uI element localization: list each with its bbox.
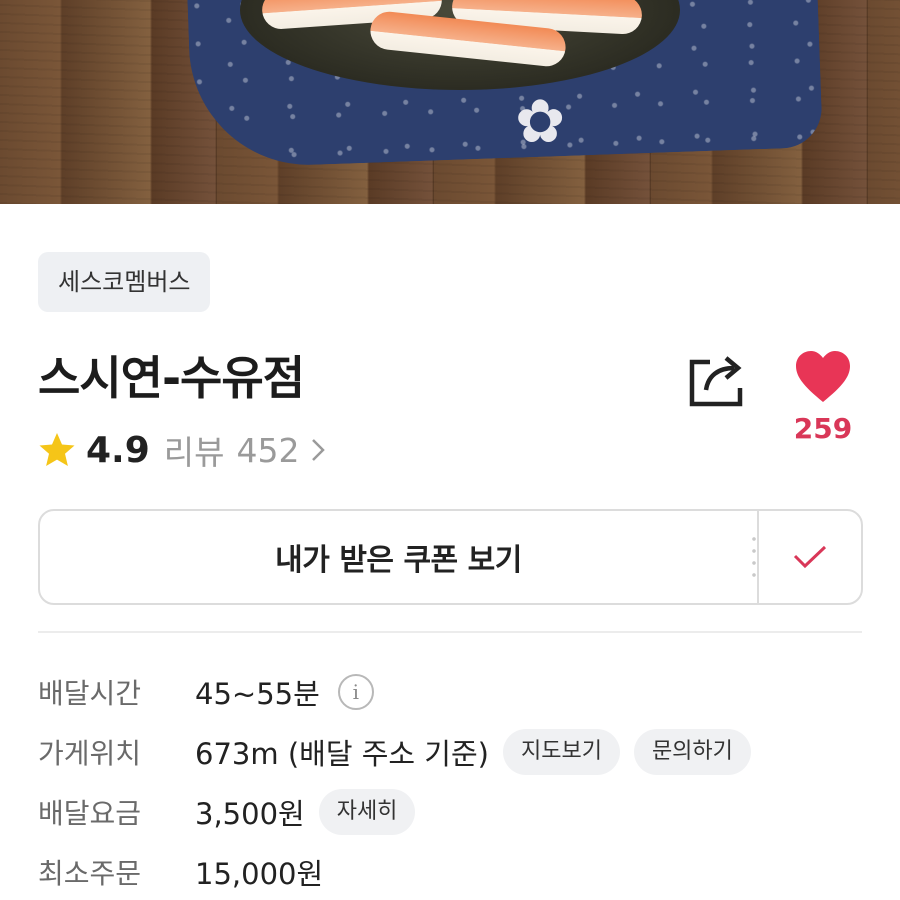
share-icon	[689, 356, 743, 407]
inquiry-button[interactable]: 문의하기	[633, 729, 751, 775]
info-icon[interactable]: i	[337, 674, 374, 710]
location-value: 673m (배달 주소 기준)	[195, 737, 489, 771]
review-count: 452	[236, 430, 300, 470]
coupon-check-button[interactable]	[757, 511, 861, 603]
check-icon	[793, 545, 827, 569]
coupon-box: 내가 받은 쿠폰 보기	[38, 509, 863, 605]
store-name: 스시연-수유점	[38, 351, 305, 405]
map-view-button[interactable]: 지도보기	[502, 729, 620, 775]
delivery-time-value: 45~55분	[195, 677, 320, 711]
rating-value: 4.9	[86, 429, 150, 471]
info-row-delivery-fee: 배달요금 3,500원 자세히	[38, 788, 416, 836]
star-icon	[39, 433, 75, 466]
fee-detail-button[interactable]: 자세히	[318, 789, 416, 835]
rating-row: 4.9 리뷰 452	[38, 428, 326, 472]
info-row-min-order: 최소주문 15,000원	[38, 848, 323, 896]
store-hero-image: ✿	[0, 0, 900, 204]
section-divider	[38, 631, 862, 633]
info-row-delivery-time: 배달시간 45~55분 i	[38, 668, 374, 716]
location-label: 가게위치	[38, 737, 142, 770]
share-button[interactable]	[686, 348, 748, 410]
min-order-value: 15,000원	[195, 857, 324, 891]
chevron-right-icon	[311, 439, 325, 461]
delivery-time-label: 배달시간	[38, 677, 142, 710]
coupon-perforation	[752, 533, 756, 581]
flower-pattern-icon: ✿	[515, 87, 566, 157]
delivery-fee-value: 3,500원	[195, 797, 305, 831]
category-chip: 세스코멤버스	[38, 252, 211, 312]
like-button[interactable]: 259	[790, 350, 856, 454]
review-label: 리뷰	[163, 433, 225, 472]
view-coupons-button[interactable]: 내가 받은 쿠폰 보기	[40, 511, 757, 603]
like-count: 259	[793, 412, 853, 445]
review-link[interactable]: 리뷰 452	[164, 426, 326, 474]
min-order-label: 최소주문	[38, 857, 142, 890]
delivery-fee-label: 배달요금	[38, 797, 142, 830]
heart-icon	[796, 351, 850, 402]
info-row-location: 가게위치 673m (배달 주소 기준) 지도보기 문의하기	[38, 728, 751, 776]
